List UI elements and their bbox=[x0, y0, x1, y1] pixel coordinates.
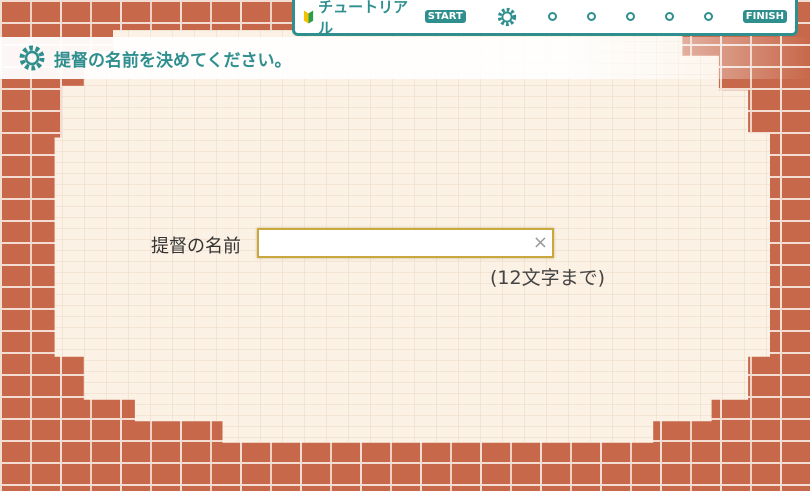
name-field-label: 提督の名前 bbox=[151, 236, 241, 257]
finish-badge: FINISH bbox=[742, 10, 787, 23]
tutorial-steps: START FINISH bbox=[424, 6, 787, 28]
step-dot bbox=[547, 12, 557, 21]
gear-icon bbox=[19, 45, 45, 71]
name-input[interactable] bbox=[259, 230, 552, 256]
tutorial-title: チュートリアル bbox=[303, 0, 415, 38]
char-limit-hint: (12文字まで) bbox=[490, 267, 606, 289]
beginner-mark-icon bbox=[303, 10, 314, 23]
tutorial-title-text: チュートリアル bbox=[318, 0, 409, 37]
instruction-header: 提督の名前を決めてください。 bbox=[0, 37, 810, 79]
step-dot bbox=[586, 12, 596, 21]
clear-icon[interactable]: × bbox=[533, 232, 548, 254]
step-dot bbox=[703, 12, 713, 21]
name-field: × bbox=[257, 228, 554, 258]
step-dot bbox=[625, 12, 635, 21]
start-badge: START bbox=[424, 10, 466, 23]
gear-icon bbox=[497, 7, 516, 26]
tutorial-progress-bar: チュートリアル START FINISH bbox=[292, 0, 798, 38]
instruction-text: 提督の名前を決めてください。 bbox=[54, 50, 292, 71]
step-dot bbox=[664, 12, 674, 21]
